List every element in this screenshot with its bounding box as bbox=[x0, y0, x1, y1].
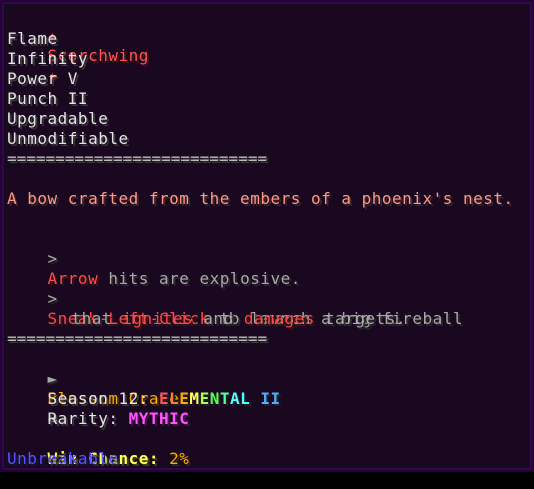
item-tooltip: ✦ Scorchwing ✦ Flame Infinity Power V Pu… bbox=[0, 0, 534, 472]
season-value-char: M bbox=[189, 389, 200, 408]
enchant-line: Infinity bbox=[7, 49, 89, 68]
ability-keyword: damages bbox=[243, 309, 315, 328]
bullet-icon: > bbox=[47, 249, 58, 268]
unbreakable-label: Unbreakable bbox=[7, 449, 119, 468]
rarity-label: Rarity: bbox=[47, 409, 129, 428]
divider: =========================== bbox=[7, 149, 268, 168]
season-value-char: A bbox=[229, 389, 241, 408]
ability-text: targets. bbox=[314, 309, 406, 328]
item-description: A bow crafted from the embers of a phoen… bbox=[7, 189, 514, 208]
season-value-char: L bbox=[240, 389, 251, 408]
win-chance-value: 2% bbox=[159, 449, 190, 468]
ability-text: and bbox=[193, 309, 244, 328]
season-value-char: E bbox=[199, 389, 210, 408]
season-value-char: I bbox=[260, 389, 271, 408]
season-value-char: I bbox=[270, 389, 281, 408]
ability-keyword: ignites bbox=[122, 309, 194, 328]
enchant-line: Flame bbox=[7, 29, 58, 48]
divider: =========================== bbox=[7, 329, 268, 348]
enchant-line: Unmodifiable bbox=[7, 129, 129, 148]
season-value-char: T bbox=[219, 389, 230, 408]
rarity-value: MYTHIC bbox=[128, 409, 190, 428]
ability-text: that bbox=[71, 309, 123, 328]
enchant-line: Power V bbox=[7, 69, 78, 88]
enchant-line: Upgradable bbox=[7, 109, 109, 128]
enchant-line: Punch II bbox=[7, 89, 89, 108]
season-value-char: N bbox=[209, 389, 220, 408]
season-value-char bbox=[250, 389, 260, 408]
